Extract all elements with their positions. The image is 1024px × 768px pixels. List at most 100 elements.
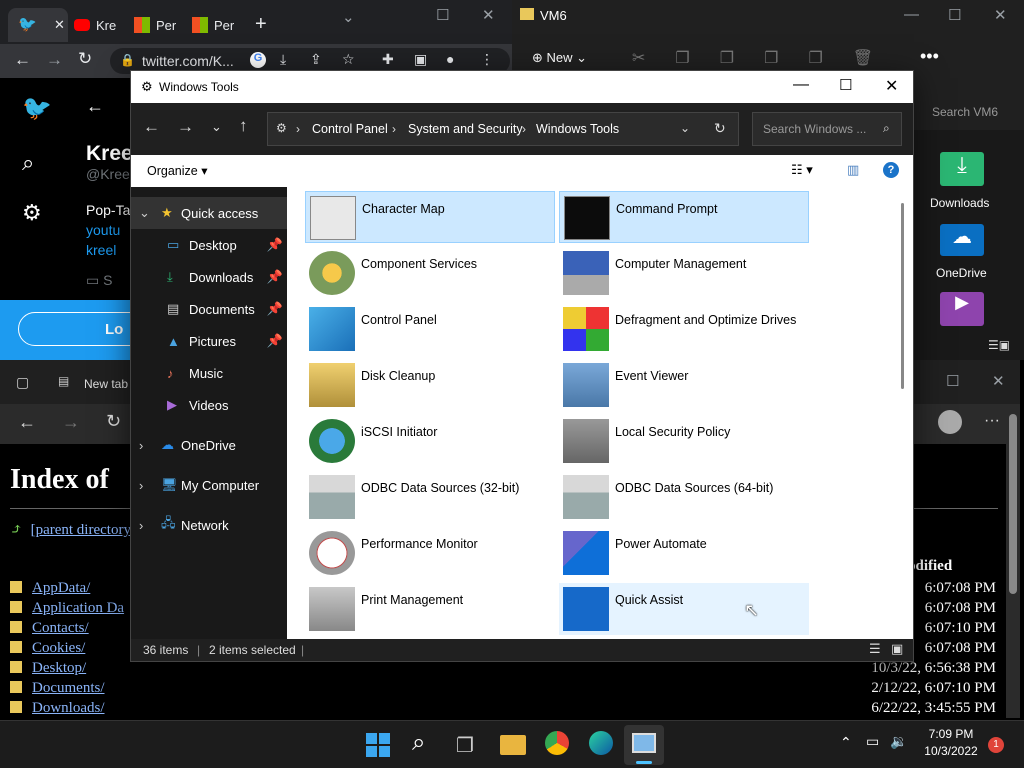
install-icon[interactable]: ⤓ bbox=[280, 51, 286, 68]
nav-videos[interactable]: ▶ Videos bbox=[131, 389, 287, 421]
nav-music[interactable]: ♪ Music bbox=[131, 357, 287, 389]
tool-item[interactable]: Power Automate bbox=[559, 527, 809, 579]
tab-actions-icon[interactable]: ▢ bbox=[16, 374, 29, 391]
back-arrow-icon[interactable]: ← bbox=[86, 96, 104, 117]
large-icons-view-icon[interactable]: ▣ bbox=[891, 641, 903, 657]
edge-tab[interactable]: New tab bbox=[84, 377, 128, 391]
maximize-icon[interactable]: ☐ bbox=[839, 76, 852, 94]
help-icon[interactable]: ? bbox=[883, 162, 899, 178]
tab-close-icon[interactable]: ✕ bbox=[54, 17, 65, 33]
tool-item[interactable]: ODBC Data Sources (64-bit) bbox=[559, 471, 809, 523]
close-icon[interactable]: ✕ bbox=[992, 372, 1005, 390]
tool-item[interactable]: iSCSI Initiator bbox=[305, 415, 555, 467]
nav-downloads[interactable]: ⤓ Downloads 📌 bbox=[131, 261, 287, 293]
more-icon[interactable]: ··· bbox=[984, 412, 1000, 430]
close-icon[interactable]: ✕ bbox=[482, 6, 495, 24]
notification-badge[interactable]: 1 bbox=[988, 737, 1004, 753]
profile-icon[interactable]: ● bbox=[446, 51, 454, 67]
tool-item[interactable]: Character Map bbox=[305, 191, 555, 243]
avatar[interactable] bbox=[938, 410, 962, 434]
nav-quick-access[interactable]: ⌄ ★ Quick access bbox=[131, 197, 287, 229]
scrollbar-thumb[interactable] bbox=[1009, 414, 1017, 594]
nav-pictures[interactable]: ▲ Pictures 📌 bbox=[131, 325, 287, 357]
forward-icon[interactable]: → bbox=[46, 50, 63, 70]
tool-item[interactable]: Computer Management bbox=[559, 247, 809, 299]
tool-item[interactable]: Component Services bbox=[305, 247, 555, 299]
nav-documents[interactable]: ▤ Documents 📌 bbox=[131, 293, 287, 325]
chevron-up-icon[interactable]: ⌃ bbox=[840, 734, 852, 751]
forward-icon[interactable]: → bbox=[62, 412, 80, 433]
edge-scrollbar[interactable] bbox=[1006, 404, 1020, 718]
nav-my-computer[interactable]: › 🖥 My Computer bbox=[131, 469, 287, 501]
tab-youtube[interactable]: Kre bbox=[74, 8, 130, 42]
nav-desktop[interactable]: ▭ Desktop 📌 bbox=[131, 229, 287, 261]
search-icon[interactable]: ⌕ bbox=[412, 729, 425, 757]
file-explorer-icon[interactable] bbox=[500, 735, 526, 755]
downloads-folder-icon[interactable]: ⤓ bbox=[940, 152, 984, 186]
organize-button[interactable]: Organize ▾ bbox=[147, 163, 207, 178]
tool-item[interactable]: Print Management bbox=[305, 583, 555, 635]
file-link[interactable]: Documents/ bbox=[32, 680, 105, 696]
refresh-icon[interactable]: ↻ bbox=[714, 120, 726, 137]
clock[interactable]: 7:09 PM 10/3/2022 bbox=[922, 727, 980, 758]
recent-locations-icon[interactable]: ⌄ bbox=[211, 119, 222, 135]
share-icon[interactable]: ⇪ bbox=[310, 51, 322, 68]
google-icon[interactable]: G bbox=[250, 52, 266, 68]
chrome-icon[interactable] bbox=[545, 731, 569, 755]
videos-folder-icon[interactable]: ▶ bbox=[940, 292, 984, 326]
tool-item[interactable]: Defragment and Optimize Drives bbox=[559, 303, 809, 355]
edge-icon[interactable] bbox=[589, 731, 613, 755]
new-button[interactable]: ⊕ New ⌄ bbox=[532, 50, 587, 66]
start-icon[interactable] bbox=[366, 733, 390, 757]
new-tab-icon[interactable]: + bbox=[255, 13, 267, 36]
breadcrumb-item[interactable]: System and Security bbox=[408, 122, 523, 136]
close-icon[interactable]: ✕ bbox=[885, 76, 898, 96]
search-input[interactable]: Search Windows ... ⌕ bbox=[752, 112, 902, 146]
tool-item[interactable]: ODBC Data Sources (32-bit) bbox=[305, 471, 555, 523]
breadcrumb-item[interactable]: Windows Tools bbox=[536, 122, 619, 136]
onedrive-folder-icon[interactable]: ☁ bbox=[940, 224, 984, 256]
explore-icon[interactable]: ⌕ bbox=[22, 150, 34, 176]
profile-link[interactable]: youtu bbox=[86, 222, 120, 238]
bookmark-star-icon[interactable]: ☆ bbox=[342, 51, 355, 68]
side-panel-icon[interactable]: ▣ bbox=[414, 51, 427, 68]
windows-tools-taskbar-button[interactable] bbox=[624, 725, 664, 765]
vm6-search-input[interactable]: Search VM6 bbox=[914, 96, 1024, 128]
back-icon[interactable]: ← bbox=[143, 117, 160, 137]
task-view-icon[interactable]: ❐ bbox=[456, 733, 474, 758]
forward-icon[interactable]: → bbox=[177, 117, 194, 137]
tab-ms-1[interactable]: Per bbox=[134, 8, 190, 42]
breadcrumb-item[interactable]: Control Panel bbox=[312, 122, 388, 136]
minimize-icon[interactable]: ⌄ bbox=[342, 8, 355, 26]
file-link[interactable]: Downloads/ bbox=[32, 700, 105, 716]
chevron-down-icon[interactable]: ⌄ bbox=[680, 121, 690, 135]
tool-item[interactable]: Disk Cleanup bbox=[305, 359, 555, 411]
maximize-icon[interactable]: ☐ bbox=[948, 6, 961, 24]
twitter-logo-icon[interactable]: 🐦 bbox=[22, 94, 52, 123]
column-header-modified[interactable]: odified bbox=[908, 558, 952, 575]
tab-ms-2[interactable]: Per bbox=[192, 8, 248, 42]
maximize-icon[interactable]: ☐ bbox=[946, 372, 959, 390]
file-link[interactable]: AppData/ bbox=[32, 580, 90, 596]
tab-twitter[interactable]: 🐦 ✕ bbox=[8, 8, 68, 42]
minimize-icon[interactable]: — bbox=[793, 76, 809, 94]
extensions-icon[interactable]: ✚ bbox=[382, 51, 394, 68]
nav-network[interactable]: › 🖧 Network bbox=[131, 509, 287, 541]
volume-icon[interactable]: 🔉 bbox=[890, 733, 907, 750]
file-link[interactable]: Application Da bbox=[32, 600, 124, 616]
tool-item[interactable]: Quick Assist bbox=[559, 583, 809, 635]
maximize-icon[interactable]: ☐ bbox=[436, 6, 449, 24]
tool-item[interactable]: Local Security Policy bbox=[559, 415, 809, 467]
breadcrumb[interactable]: ⚙ › Control Panel › System and Security … bbox=[267, 112, 739, 146]
menu-icon[interactable]: ⋮ bbox=[480, 51, 494, 68]
view-options-icon[interactable]: ☷ ▾ bbox=[791, 162, 813, 178]
nav-onedrive[interactable]: › ☁ OneDrive bbox=[131, 429, 287, 461]
close-icon[interactable]: ✕ bbox=[994, 6, 1007, 24]
view-toggle-icons[interactable]: ☰▣ bbox=[988, 338, 1010, 352]
more-icon[interactable]: ••• bbox=[920, 46, 939, 67]
preview-pane-icon[interactable]: ▥ bbox=[847, 162, 859, 178]
reload-icon[interactable]: ↻ bbox=[78, 49, 92, 69]
minimize-icon[interactable]: — bbox=[904, 6, 919, 23]
details-view-icon[interactable]: ☰ bbox=[869, 641, 881, 657]
scrollbar-thumb[interactable] bbox=[901, 203, 904, 389]
